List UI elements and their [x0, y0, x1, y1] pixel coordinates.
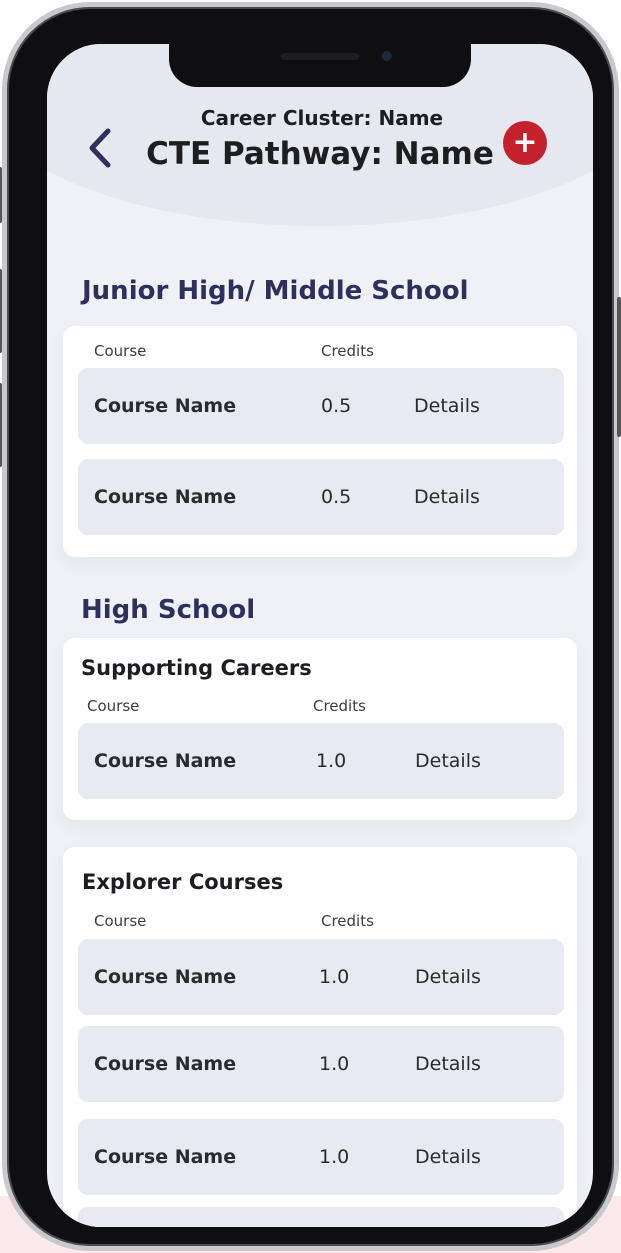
- plus-icon: +: [512, 125, 538, 160]
- course-row[interactable]: Course Name 1.0 Details: [78, 1119, 564, 1195]
- side-button-volume-up: [0, 269, 2, 353]
- column-header-course: Course: [94, 342, 147, 360]
- junior-high-course-card: Course Credits Course Name 0.5 Details C…: [63, 326, 577, 557]
- course-name: Course Name: [94, 1053, 237, 1075]
- course-name: Course Name: [94, 966, 237, 988]
- supporting-careers-card: Supporting Careers Course Credits Course…: [63, 638, 577, 820]
- course-credits: 1.0: [319, 1146, 350, 1168]
- course-name: Course Name: [94, 486, 237, 508]
- details-link[interactable]: Details: [415, 1026, 481, 1102]
- details-link[interactable]: Details: [414, 368, 480, 444]
- details-link[interactable]: Details: [414, 459, 480, 535]
- card-title-supporting-careers: Supporting Careers: [81, 656, 312, 680]
- course-row[interactable]: Course Name 0.5 Details: [78, 459, 564, 535]
- column-header-course: Course: [94, 912, 147, 930]
- course-row[interactable]: Course Name 1.0 Details: [78, 939, 564, 1015]
- speaker-grille: [281, 53, 359, 60]
- details-link[interactable]: Details: [415, 1119, 481, 1195]
- course-credits: 1.0: [319, 1053, 350, 1075]
- course-row[interactable]: Course Name 0.5 Details: [78, 368, 564, 444]
- details-link[interactable]: Details: [415, 939, 481, 1015]
- course-name: Course Name: [94, 1146, 237, 1168]
- add-button[interactable]: +: [503, 121, 547, 165]
- side-button-power: [617, 297, 621, 437]
- section-heading-junior-high: Junior High/ Middle School: [82, 276, 469, 306]
- course-row[interactable]: Course Name 1.0 Details: [78, 723, 564, 799]
- front-camera: [382, 51, 392, 61]
- course-credits: 0.5: [321, 395, 352, 417]
- course-credits: 1.0: [319, 966, 350, 988]
- column-header-credits: Credits: [313, 697, 366, 715]
- phone-frame: Career Cluster: Name CTE Pathway: Name +…: [0, 2, 621, 1251]
- explorer-courses-card: Explorer Courses Course Credits Course N…: [63, 847, 577, 1227]
- notch: [169, 44, 471, 87]
- section-heading-high-school: High School: [81, 595, 256, 625]
- column-header-credits: Credits: [321, 342, 374, 360]
- course-name: Course Name: [94, 750, 237, 772]
- course-credits: 0.5: [321, 486, 352, 508]
- card-title-explorer-courses: Explorer Courses: [82, 870, 284, 894]
- course-name: Course Name: [94, 395, 237, 417]
- side-button-silent: [0, 167, 2, 223]
- column-header-course: Course: [87, 697, 140, 715]
- course-row[interactable]: Course Name 1.0 Details: [78, 1026, 564, 1102]
- details-link[interactable]: Details: [415, 723, 481, 799]
- course-credits: 1.0: [316, 750, 347, 772]
- column-header-credits: Credits: [321, 912, 374, 930]
- app-screen: Career Cluster: Name CTE Pathway: Name +…: [47, 44, 593, 1227]
- course-row-partial[interactable]: [78, 1207, 564, 1227]
- side-button-volume-down: [0, 383, 2, 467]
